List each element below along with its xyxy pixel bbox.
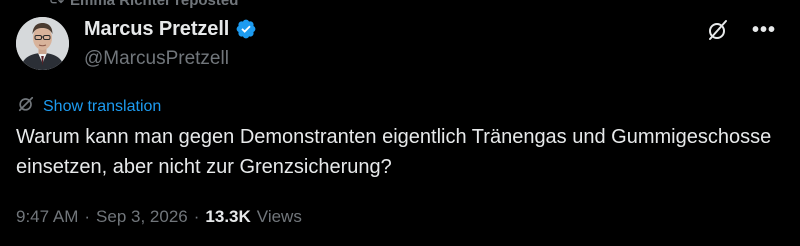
tweet-metadata: 9:47 AM · Sep 3, 2026 · 13.3K Views [16,207,302,227]
avatar[interactable] [16,17,69,70]
author-display-name[interactable]: Marcus Pretzell [84,18,229,41]
translate-icon [16,94,36,119]
author-handle[interactable]: @MarcusPretzell [84,48,257,70]
repost-text: Emma Richter reposted [70,0,239,9]
repost-indicator[interactable]: Emma Richter reposted [48,0,238,10]
grok-icon[interactable] [706,18,730,42]
show-translation-label: Show translation [43,97,162,115]
meta-separator: · [84,207,91,226]
tweet-time[interactable]: 9:47 AM [16,207,78,227]
show-translation-link[interactable]: Show translation [16,94,161,119]
tweet-actions: ••• [706,18,776,42]
tweet-text: Warum kann man gegen Demonstranten eigen… [16,126,772,178]
more-options-icon[interactable]: ••• [752,20,776,40]
views-count: 13.3K [205,207,251,226]
repost-icon [48,0,64,10]
meta-separator: · [193,207,200,226]
author-info: Marcus Pretzell @MarcusPretzell [84,17,257,70]
verified-badge-icon[interactable] [235,18,257,40]
views-label: Views [256,207,302,226]
tweet-date[interactable]: Sep 3, 2026 [96,207,188,227]
